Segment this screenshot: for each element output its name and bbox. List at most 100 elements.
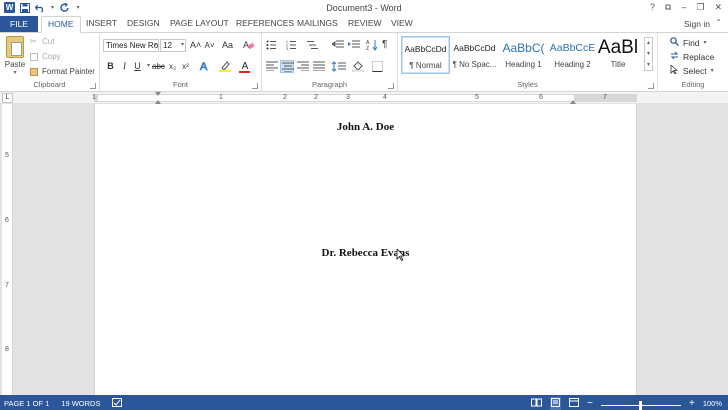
italic-button[interactable]: I (119, 60, 130, 73)
align-right-icon[interactable] (297, 61, 309, 73)
format-painter-button[interactable]: Format Painter (30, 67, 95, 76)
web-layout-icon[interactable] (569, 398, 580, 409)
restore-icon[interactable]: ❐ (696, 2, 704, 13)
numbering-icon[interactable]: 123 (286, 40, 298, 52)
increase-indent-icon[interactable] (348, 40, 360, 52)
tab-mailings[interactable]: MAILINGS (291, 16, 344, 32)
subscript-button[interactable]: x₂ (167, 60, 178, 73)
tab-design[interactable]: DESIGN (121, 16, 166, 32)
styles-gallery-scroll[interactable]: ▴ ▾ ▾ (644, 37, 653, 71)
change-case-button[interactable]: Aa (222, 39, 233, 52)
zoom-slider[interactable] (600, 401, 681, 410)
paragraph-group-label: Paragraph (311, 80, 348, 89)
svg-text:3: 3 (286, 47, 288, 50)
first-line-indent-marker[interactable] (155, 92, 161, 96)
styles-dialog-launcher-icon[interactable] (648, 83, 654, 89)
zoom-in-icon[interactable]: + (689, 399, 695, 409)
clear-formatting-icon[interactable]: A (242, 39, 255, 52)
collapse-ribbon-icon[interactable]: ⌃ (715, 18, 722, 27)
style-name: ¶ Normal (409, 61, 442, 70)
chevron-down-icon[interactable]: ▾ (645, 49, 652, 60)
zoom-level[interactable]: 100% (703, 399, 722, 408)
tab-insert[interactable]: INSERT (80, 16, 123, 32)
more-styles-icon[interactable]: ▾ (645, 60, 652, 71)
styles-group: AaBbCcDd ¶ Normal AaBbCcDd ¶ No Spac... … (398, 33, 658, 91)
align-left-icon[interactable] (266, 61, 278, 73)
highlight-color-icon[interactable] (218, 60, 232, 73)
line-spacing-icon[interactable] (331, 61, 346, 73)
superscript-button[interactable]: x² (180, 60, 191, 73)
align-center-icon[interactable] (280, 60, 294, 73)
text-effects-icon[interactable]: A (198, 60, 212, 74)
status-bar: PAGE 1 OF 1 19 WORDS − + 100% (0, 395, 728, 410)
find-button[interactable]: Find ▾ (670, 37, 707, 48)
style-heading-1[interactable]: AaBbC( Heading 1 (499, 36, 548, 74)
grow-font-button[interactable]: A˄ (190, 39, 201, 52)
print-layout-icon[interactable] (550, 397, 562, 410)
ribbon-display-options-icon[interactable]: ⧉ (665, 2, 671, 13)
tab-review[interactable]: REVIEW (342, 16, 388, 32)
borders-icon[interactable] (372, 61, 384, 73)
tab-selector[interactable]: L (2, 93, 13, 103)
tab-page-layout[interactable]: PAGE LAYOUT (164, 16, 235, 32)
sign-in-link[interactable]: Sign in (684, 19, 710, 29)
clipboard-icon (6, 36, 24, 58)
horizontal-ruler[interactable]: 1 2 2 3 4 5 6 7 1 (92, 92, 637, 104)
show-formatting-marks-button[interactable]: ¶ (382, 39, 394, 51)
decrease-indent-icon[interactable] (331, 40, 344, 52)
tab-home[interactable]: HOME (41, 16, 81, 33)
font-dialog-launcher-icon[interactable] (252, 83, 258, 89)
page-count[interactable]: PAGE 1 OF 1 (4, 399, 49, 408)
document-line-name[interactable]: John A. Doe (95, 121, 636, 133)
scissors-icon: ✂ (30, 36, 37, 46)
select-button[interactable]: Select ▾ (670, 64, 714, 76)
close-icon[interactable]: ✕ (714, 2, 722, 13)
editing-group: Find ▾ Replace Select ▾ Editing (658, 33, 728, 91)
paintbrush-icon (30, 67, 38, 76)
shading-icon[interactable] (351, 60, 365, 73)
font-family-combo[interactable]: Times New Ro ▾ (103, 39, 159, 52)
underline-button[interactable]: U (132, 60, 143, 73)
read-mode-icon[interactable] (531, 398, 543, 409)
clipboard-dialog-launcher-icon[interactable] (90, 83, 96, 89)
strikethrough-button[interactable]: abc (152, 60, 165, 73)
zoom-out-icon[interactable]: − (587, 399, 593, 409)
multilevel-list-icon[interactable] (306, 40, 318, 52)
document-page[interactable]: John A. Doe Dr. Rebecca Evans (94, 104, 637, 395)
copy-button[interactable]: Copy (30, 52, 61, 61)
bullets-icon[interactable] (266, 40, 278, 52)
sort-icon[interactable]: AZ (366, 39, 378, 52)
cut-button[interactable]: ✂ Cut (30, 37, 54, 46)
paste-dropdown-icon[interactable]: ▾ (3, 69, 27, 76)
style-no-spacing[interactable]: AaBbCcDd ¶ No Spac... (450, 36, 499, 74)
tab-references[interactable]: REFERENCES (230, 16, 300, 32)
select-cursor-icon (670, 64, 679, 76)
help-icon[interactable]: ? (650, 2, 655, 13)
proofing-icon[interactable] (112, 398, 123, 409)
ribbon: Paste ▾ ✂ Cut Copy Format Painter Clipbo… (0, 32, 728, 92)
vertical-ruler[interactable]: 5 6 7 8 (2, 104, 13, 395)
cut-label: Cut (42, 37, 55, 46)
font-size-combo[interactable]: 12 ▾ (160, 39, 186, 52)
style-heading-2[interactable]: AaBbCcE Heading 2 (548, 36, 597, 74)
font-color-button[interactable]: A (238, 60, 252, 73)
tab-view[interactable]: VIEW (385, 16, 419, 32)
justify-icon[interactable] (313, 61, 325, 73)
window-controls: ? ⧉ – ❐ ✕ (650, 2, 722, 13)
bold-button[interactable]: B (105, 60, 116, 73)
chevron-up-icon[interactable]: ▴ (645, 38, 652, 49)
paste-button[interactable]: Paste ▾ (3, 36, 27, 76)
style-title[interactable]: AaBl Title (597, 36, 639, 74)
select-label: Select (683, 65, 707, 76)
style-normal[interactable]: AaBbCcDd ¶ Normal (401, 36, 450, 74)
replace-button[interactable]: Replace (670, 51, 714, 62)
word-count[interactable]: 19 WORDS (61, 399, 100, 408)
zoom-slider-thumb[interactable] (638, 401, 642, 410)
paragraph-dialog-launcher-icon[interactable] (388, 83, 394, 89)
style-preview: AaBl (597, 37, 639, 58)
minimize-icon[interactable]: – (681, 2, 686, 13)
paste-label: Paste (4, 60, 26, 69)
shrink-font-button[interactable]: A˅ (204, 39, 215, 52)
tab-file[interactable]: FILE (0, 16, 38, 32)
document-line-recipient[interactable]: Dr. Rebecca Evans (95, 247, 636, 259)
